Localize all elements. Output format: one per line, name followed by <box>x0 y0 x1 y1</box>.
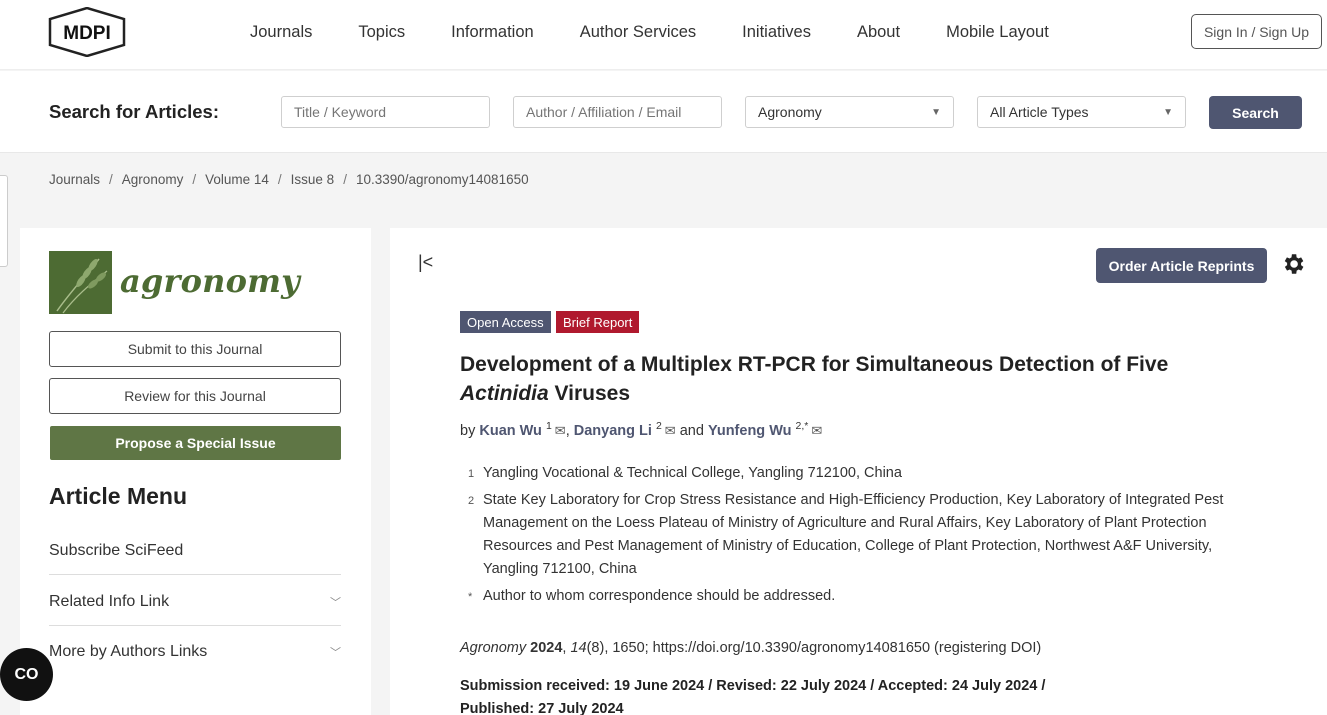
citation-journal: Agronomy <box>460 640 527 656</box>
logo-text: MDPI <box>63 23 111 44</box>
mail-icon[interactable]: ✉ <box>811 423 822 438</box>
order-reprints-button[interactable]: Order Article Reprints <box>1096 248 1267 283</box>
affiliation: 2 State Key Laboratory for Crop Stress R… <box>468 489 1268 581</box>
menu-item-label: Related Info Link <box>49 593 170 610</box>
breadcrumb-doi: 10.3390/agronomy14081650 <box>355 172 529 187</box>
affiliation-text: Author to whom correspondence should be … <box>483 588 836 604</box>
author-link[interactable]: Danyang Li <box>574 423 652 439</box>
breadcrumb-separator: / <box>343 172 347 187</box>
menu-related-info-link[interactable]: Related Info Link ﹀ <box>49 593 341 611</box>
journal-cover-image[interactable] <box>49 251 112 314</box>
search-label: Search for Articles: <box>49 101 219 122</box>
publication-dates: Submission received: 19 June 2024 / Revi… <box>460 675 1160 715</box>
article-type-badge: Brief Report <box>556 311 640 333</box>
article-title: Development of a Multiplex RT-PCR for Si… <box>460 353 1169 405</box>
journal-select-value: Agronomy <box>758 104 822 120</box>
citation-volume: 14 <box>570 640 587 656</box>
menu-item-label: Subscribe SciFeed <box>49 542 184 559</box>
article-panel: |< Order Article Reprints Open Access Br… <box>390 228 1327 715</box>
dates-line: Published: 27 July 2024 <box>460 701 624 715</box>
mail-icon[interactable]: ✉ <box>555 423 566 438</box>
affiliation-text: State Key Laboratory for Crop Stress Res… <box>483 492 1224 577</box>
affiliation-number: * <box>468 591 473 603</box>
top-navigation: MDPI Journals Topics Information Author … <box>0 0 1327 70</box>
mdpi-logo[interactable]: MDPI <box>48 7 126 57</box>
wheat-icon <box>49 251 112 314</box>
collapse-sidebar-icon[interactable]: |< <box>418 252 433 273</box>
cc-icon[interactable]: CO <box>0 648 53 701</box>
affiliation: 1 Yangling Vocational & Technical Colleg… <box>468 462 1268 486</box>
breadcrumb-separator: / <box>277 172 282 187</box>
nav-about[interactable]: About <box>857 23 900 42</box>
caret-down-icon: ▼ <box>931 106 941 118</box>
nav-journals[interactable]: Journals <box>250 23 312 42</box>
main-nav: Journals Topics Information Author Servi… <box>250 0 1095 64</box>
propose-special-issue-button[interactable]: Propose a Special Issue <box>50 426 341 460</box>
title-italic: Actinidia <box>460 382 549 405</box>
author-link[interactable]: Kuan Wu <box>479 423 542 439</box>
nav-initiatives[interactable]: Initiatives <box>742 23 811 42</box>
author-sup: 2 <box>655 420 662 432</box>
title-keyword-input[interactable] <box>281 96 490 128</box>
chevron-down-icon: ﹀ <box>330 647 341 659</box>
caret-down-icon: ▼ <box>1163 106 1173 118</box>
divider <box>49 625 341 626</box>
gear-icon[interactable] <box>1280 251 1306 277</box>
submit-journal-button[interactable]: Submit to this Journal <box>49 331 341 367</box>
author-link[interactable]: Yunfeng Wu <box>708 423 792 439</box>
menu-subscribe-scifeed[interactable]: Subscribe SciFeed <box>49 542 341 560</box>
journal-select[interactable]: Agronomy ▼ <box>745 96 954 128</box>
chevron-down-icon: ﹀ <box>330 597 341 609</box>
citation-year: 2024 <box>530 640 563 656</box>
nav-topics[interactable]: Topics <box>358 23 405 42</box>
author-list: by Kuan Wu 1 ✉, Danyang Li 2 ✉ and Yunfeng… <box>460 420 823 439</box>
and-label: and <box>679 422 704 439</box>
search-bar: Search for Articles: Agronomy ▼ All Arti… <box>0 71 1327 153</box>
by-label: by <box>460 422 476 439</box>
open-access-badge: Open Access <box>460 311 551 333</box>
article-menu-title: Article Menu <box>49 483 188 509</box>
journal-sidebar: agronomy Submit to this Journal Review f… <box>20 228 371 715</box>
divider <box>49 574 341 575</box>
review-journal-button[interactable]: Review for this Journal <box>49 378 341 414</box>
breadcrumb-volume[interactable]: Volume 14 <box>205 172 269 187</box>
breadcrumb: Journals / Agronomy / Volume 14/ Issue 8/ … <box>49 172 529 187</box>
affiliation-text: Yangling Vocational & Technical College,… <box>483 465 902 481</box>
article-type-select[interactable]: All Article Types ▼ <box>977 96 1186 128</box>
nav-information[interactable]: Information <box>451 23 534 42</box>
nav-mobile-layout[interactable]: Mobile Layout <box>946 23 1049 42</box>
search-button[interactable]: Search <box>1209 96 1302 129</box>
citation-rest[interactable]: (8), 1650; https://doi.org/10.3390/agron… <box>587 640 1042 656</box>
author-sup: 1 <box>545 420 552 432</box>
menu-item-label: More by Authors Links <box>49 643 208 660</box>
affiliation-number: 2 <box>468 495 475 507</box>
breadcrumb-agronomy[interactable]: Agronomy <box>122 172 184 187</box>
dates-line: Submission received: 19 June 2024 / Revi… <box>460 678 1046 694</box>
breadcrumb-separator: / <box>109 172 113 187</box>
sign-in-button[interactable]: Sign In / Sign Up <box>1191 14 1322 49</box>
affiliation: * Author to whom correspondence should b… <box>468 585 1268 609</box>
nav-author-services[interactable]: Author Services <box>580 23 696 42</box>
article-type-value: All Article Types <box>990 104 1089 120</box>
journal-name[interactable]: agronomy <box>120 262 300 300</box>
breadcrumb-separator: / <box>192 172 197 187</box>
side-tab-handle[interactable] <box>0 175 8 267</box>
breadcrumb-issue[interactable]: Issue 8 <box>291 172 335 187</box>
breadcrumb-journals[interactable]: Journals <box>49 172 100 187</box>
citation: Agronomy 2024, 14(8), 1650; https://doi.… <box>460 640 1042 656</box>
author-input[interactable] <box>513 96 722 128</box>
menu-more-by-authors[interactable]: More by Authors Links ﹀ <box>49 643 341 661</box>
affiliation-number: 1 <box>468 468 475 480</box>
mail-icon[interactable]: ✉ <box>665 423 676 438</box>
author-sup: 2,* <box>795 420 809 432</box>
